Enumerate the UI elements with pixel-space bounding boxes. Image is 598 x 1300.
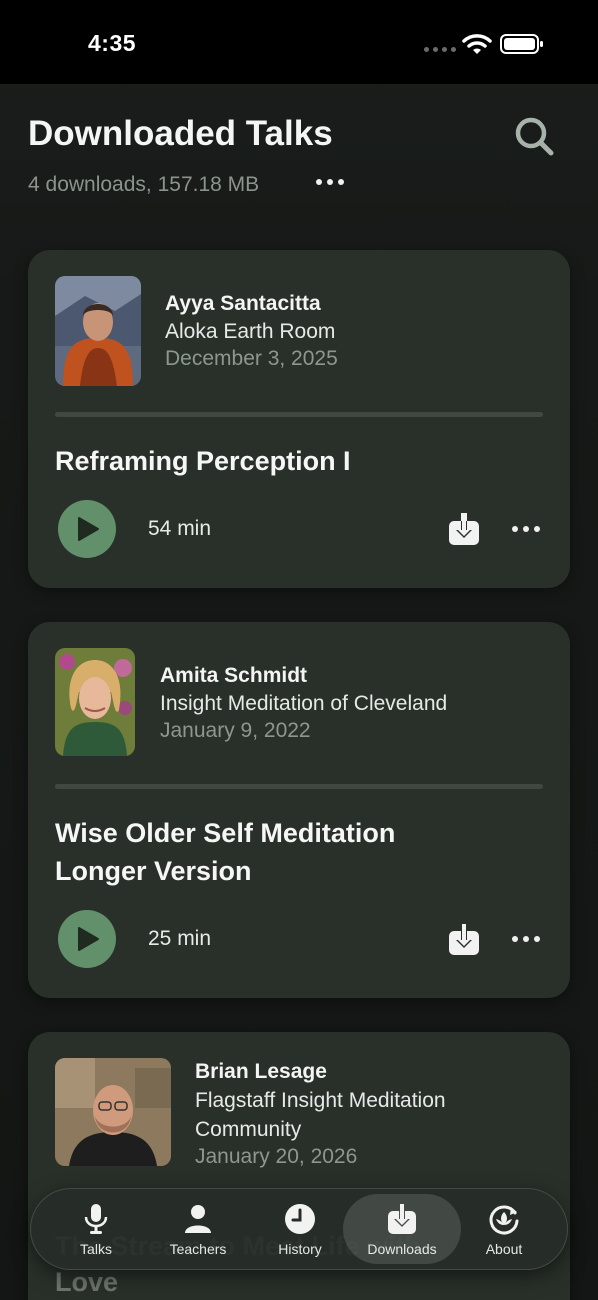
tab-label: Talks [80,1241,112,1257]
battery-icon [500,34,543,54]
teacher-photo [55,1058,171,1166]
talk-duration: 54 min [148,517,212,540]
search-icon[interactable] [512,114,556,158]
download-tray-icon [388,1204,416,1234]
talk-card[interactable]: Ayya Santacitta Aloka Earth Room Decembe… [28,250,570,588]
person-icon [185,1205,211,1233]
talk-duration: 25 min [148,927,212,950]
downloads-screen: 4:35 Downloaded Talks 4 downloads, 157.1… [0,0,598,1300]
more-options-icon[interactable] [512,934,542,944]
divider [55,412,543,417]
status-time: 4:35 [88,30,137,56]
venue-name: Insight Meditation of Cleveland [160,692,448,715]
downloaded-icon[interactable] [448,512,480,546]
teacher-avatar [55,276,141,386]
teacher-avatar [55,1058,171,1166]
clock-icon [285,1204,315,1234]
talk-title: Reframing Perception I [55,446,351,476]
play-icon [78,517,99,541]
tab-history[interactable]: History [257,1189,343,1269]
talk-date: January 9, 2022 [160,719,311,742]
tab-bar: Talks Teachers History Downloads About [30,1188,568,1270]
teacher-photo [55,648,135,756]
more-options-icon[interactable] [512,524,542,534]
teacher-name: Amita Schmidt [160,664,308,687]
play-button[interactable] [58,910,116,968]
status-bar: 4:35 [0,0,598,84]
downloads-summary: 4 downloads, 157.18 MB [28,173,260,196]
tab-talks[interactable]: Talks [53,1189,139,1269]
tab-downloads[interactable]: Downloads [353,1189,451,1269]
venue-name: Flagstaff Insight Meditation Community [195,1089,446,1141]
play-button[interactable] [58,500,116,558]
tab-label: Downloads [367,1241,437,1257]
tab-label: About [485,1241,523,1257]
talk-card[interactable]: Amita Schmidt Insight Meditation of Clev… [28,622,570,998]
tab-teachers[interactable]: Teachers [155,1189,241,1269]
teacher-photo [55,276,141,386]
downloaded-icon[interactable] [448,922,480,956]
teacher-name: Brian Lesage [195,1060,327,1083]
microphone-icon [84,1204,108,1234]
venue-name: Aloka Earth Room [165,320,336,343]
tab-about[interactable]: About [461,1189,547,1269]
play-icon [78,927,99,951]
cellular-signal-icon [424,47,456,53]
more-options-icon[interactable] [313,177,349,187]
talk-date: December 3, 2025 [165,347,338,370]
wifi-icon [462,34,492,54]
divider [55,784,543,789]
tab-label: History [278,1241,322,1257]
teacher-name: Ayya Santacitta [165,292,321,315]
talk-title: Wise Older Self Meditation Longer Versio… [55,818,396,886]
tab-label: Teachers [169,1241,227,1257]
teacher-avatar [55,648,135,756]
refresh-lotus-icon [489,1205,519,1235]
page-title: Downloaded Talks [28,114,333,153]
talk-date: January 20, 2026 [195,1145,358,1168]
